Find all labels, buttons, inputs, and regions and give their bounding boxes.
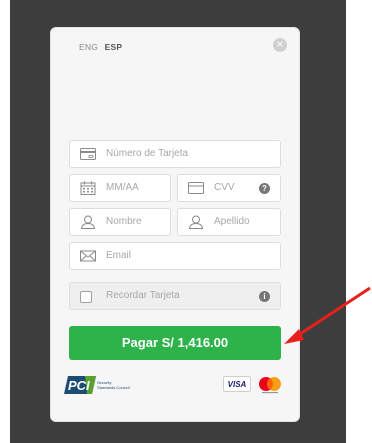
card-number-placeholder: Número de Tarjeta bbox=[106, 148, 189, 159]
card-back-icon bbox=[188, 182, 204, 194]
cvv-help-icon[interactable]: ? bbox=[259, 183, 270, 194]
first-name-field[interactable]: Nombre bbox=[69, 208, 171, 236]
expiry-field[interactable]: MM/AA bbox=[69, 174, 171, 202]
email-placeholder: Email bbox=[106, 250, 132, 261]
envelope-icon bbox=[80, 250, 96, 262]
payment-modal: ENG ESP × Número de Tarjeta MM/AA CVV ? … bbox=[50, 27, 300, 422]
expiry-placeholder: MM/AA bbox=[106, 182, 139, 193]
language-switcher: ENG ESP bbox=[79, 42, 122, 52]
visa-logo: VISA bbox=[223, 376, 251, 392]
lang-eng[interactable]: ENG bbox=[79, 42, 98, 52]
remember-card-checkbox[interactable] bbox=[80, 291, 92, 303]
last-name-placeholder: Apellido bbox=[214, 216, 250, 227]
first-name-placeholder: Nombre bbox=[106, 216, 142, 227]
user-icon bbox=[80, 215, 96, 229]
pay-button[interactable]: Pagar S/ 1,416.00 bbox=[69, 326, 281, 360]
pci-caption-line-2: Standards Council bbox=[97, 385, 130, 390]
lang-esp[interactable]: ESP bbox=[105, 42, 123, 52]
remember-card-label: Recordar Tarjeta bbox=[106, 290, 180, 301]
last-name-field[interactable]: Apellido bbox=[177, 208, 281, 236]
user-icon bbox=[188, 215, 204, 229]
calendar-icon bbox=[80, 181, 96, 195]
mastercard-logo bbox=[259, 377, 281, 394]
credit-card-icon bbox=[80, 148, 96, 160]
remember-card-toggle[interactable]: Recordar Tarjeta i bbox=[69, 282, 281, 310]
pci-caption: Security Standards Council bbox=[97, 380, 130, 390]
email-field[interactable]: Email bbox=[69, 242, 281, 270]
info-icon[interactable]: i bbox=[259, 291, 270, 302]
red-arrow-annotation bbox=[284, 286, 371, 344]
cvv-field[interactable]: CVV ? bbox=[177, 174, 281, 202]
close-icon[interactable]: × bbox=[273, 38, 287, 52]
card-number-field[interactable]: Número de Tarjeta bbox=[69, 140, 281, 168]
screenshot: ENG ESP × Número de Tarjeta MM/AA CVV ? … bbox=[0, 0, 372, 443]
pci-logo-text: PCI bbox=[68, 378, 90, 393]
cvv-placeholder: CVV bbox=[214, 182, 235, 193]
